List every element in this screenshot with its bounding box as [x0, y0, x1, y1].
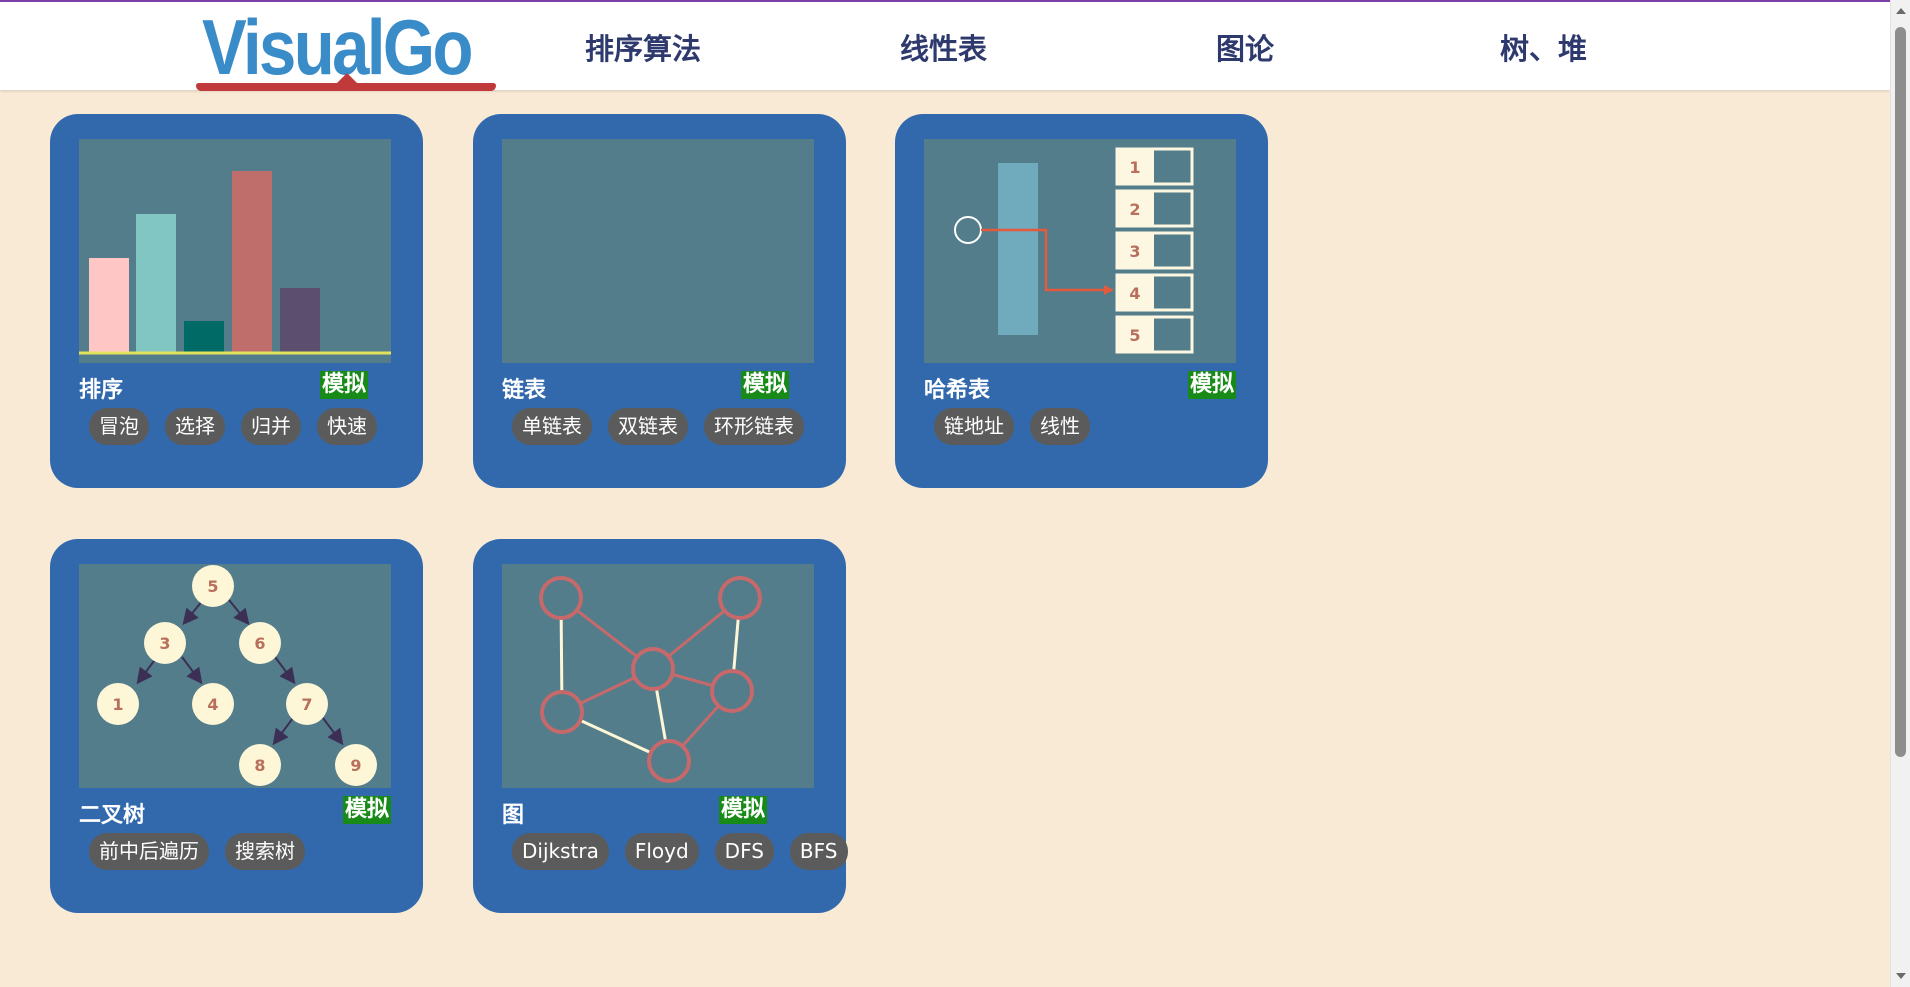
simulate-badge[interactable]: 模拟	[741, 371, 790, 399]
tag-list: 冒泡 选择 归并 快速	[89, 408, 377, 445]
tag-list: 单链表 双链表 环形链表	[512, 408, 804, 445]
top-navigation-bar: VisualGo 排序算法 线性表 图论 树、堆	[0, 0, 1890, 91]
tag-singly-linked[interactable]: 单链表	[512, 408, 592, 445]
scroll-down-arrow-icon[interactable]	[1896, 973, 1906, 979]
tag-bfs[interactable]: BFS	[789, 833, 848, 870]
hash-table-thumbnail[interactable]: 1 2 3 4 5	[924, 139, 1236, 363]
sorting-thumbnail[interactable]	[79, 139, 391, 363]
graph-node	[540, 690, 584, 734]
card-title[interactable]: 图	[502, 797, 524, 829]
bar-dark-teal	[184, 321, 224, 353]
svg-text:6: 6	[254, 634, 265, 653]
nav-linear-list[interactable]: 线性表	[900, 26, 987, 68]
tag-selection[interactable]: 选择	[165, 408, 225, 445]
simulate-badge[interactable]: 模拟	[719, 796, 768, 824]
linked-list-thumbnail[interactable]	[502, 139, 814, 363]
simulate-badge[interactable]: 模拟	[320, 371, 369, 399]
graph-node	[631, 647, 675, 691]
bar-red	[232, 171, 272, 353]
card-graph[interactable]: 图 模拟 Dijkstra Floyd DFS BFS	[473, 539, 848, 913]
card-hash-table[interactable]: 1 2 3 4 5 哈希表 模拟 链地址 线性	[895, 114, 1268, 488]
tree-node-9: 9	[335, 744, 377, 786]
tag-merge[interactable]: 归并	[241, 408, 301, 445]
slot-1: 1	[1115, 147, 1194, 186]
card-linked-list[interactable]: 链表 模拟 单链表 双链表 环形链表	[473, 114, 846, 488]
bar-purple	[280, 288, 320, 353]
slot-label: 3	[1129, 242, 1140, 261]
simulate-badge[interactable]: 模拟	[343, 796, 392, 824]
slot-4: 4	[1115, 273, 1194, 312]
tree-node-6: 6	[239, 622, 281, 664]
tag-dfs[interactable]: DFS	[714, 833, 774, 870]
graph-node	[539, 576, 583, 620]
visualgo-logo[interactable]: VisualGo	[196, 3, 496, 91]
tag-traversal[interactable]: 前中后遍历	[89, 833, 209, 870]
graph-node	[710, 669, 754, 713]
svg-text:9: 9	[350, 756, 361, 775]
hash-column	[998, 163, 1038, 335]
graph-node	[647, 739, 691, 783]
scrollbar-thumb[interactable]	[1895, 27, 1906, 757]
tag-dijkstra[interactable]: Dijkstra	[512, 833, 609, 870]
slot-label: 5	[1129, 326, 1140, 345]
bar-pink	[89, 258, 129, 353]
nav-tree-heap[interactable]: 树、堆	[1500, 26, 1587, 68]
slot-label: 2	[1129, 200, 1140, 219]
tag-list: 前中后遍历 搜索树	[89, 833, 305, 870]
card-binary-tree[interactable]: 5 3 6 1 4 7 8 9 二叉树 模拟 前中后遍历 搜索树	[50, 539, 423, 913]
svg-text:7: 7	[301, 695, 312, 714]
slot-label: 4	[1129, 284, 1140, 303]
simulate-badge[interactable]: 模拟	[1188, 371, 1237, 399]
scroll-up-arrow-icon[interactable]	[1896, 8, 1906, 14]
graph-thumbnail[interactable]	[502, 564, 814, 788]
svg-text:5: 5	[207, 577, 218, 596]
tree-node-8: 8	[239, 744, 281, 786]
tree-node-1: 1	[97, 683, 139, 725]
logo-underline	[196, 83, 496, 91]
tag-search-tree[interactable]: 搜索树	[225, 833, 305, 870]
slot-3: 3	[1115, 231, 1194, 270]
slot-2: 2	[1115, 189, 1194, 228]
card-title[interactable]: 链表	[502, 372, 546, 404]
graph-illustration	[539, 576, 762, 783]
tree-node-7: 7	[286, 683, 328, 725]
svg-text:8: 8	[254, 756, 265, 775]
tag-floyd[interactable]: Floyd	[624, 833, 699, 870]
graph-node	[718, 576, 762, 620]
nav-sorting[interactable]: 排序算法	[585, 26, 701, 68]
svg-text:1: 1	[112, 695, 123, 714]
tree-node-5: 5	[192, 565, 234, 607]
bar-chart-illustration	[79, 171, 391, 355]
tag-circular-linked[interactable]: 环形链表	[704, 408, 804, 445]
hash-arrow-head	[1104, 285, 1114, 295]
logo-notch	[337, 73, 357, 83]
key-circle	[954, 216, 982, 244]
svg-text:3: 3	[159, 634, 170, 653]
tag-chaining[interactable]: 链地址	[934, 408, 1014, 445]
hash-table-illustration: 1 2 3 4 5	[954, 147, 1194, 354]
tree-node-4: 4	[192, 683, 234, 725]
vertical-scrollbar[interactable]	[1890, 0, 1910, 987]
tag-linear-probing[interactable]: 线性	[1030, 408, 1090, 445]
svg-text:4: 4	[207, 695, 218, 714]
card-sorting[interactable]: 排序 模拟 冒泡 选择 归并 快速	[50, 114, 423, 488]
bar-teal	[136, 214, 176, 353]
slot-5: 5	[1115, 315, 1194, 354]
tag-bubble[interactable]: 冒泡	[89, 408, 149, 445]
card-title[interactable]: 排序	[79, 372, 123, 404]
card-title[interactable]: 二叉树	[79, 797, 145, 829]
slot-label: 1	[1129, 158, 1140, 177]
tag-doubly-linked[interactable]: 双链表	[608, 408, 688, 445]
tree-node-3: 3	[144, 622, 186, 664]
graph-nodes	[539, 576, 762, 783]
nav-graph[interactable]: 图论	[1216, 26, 1274, 68]
tag-quick[interactable]: 快速	[317, 408, 377, 445]
binary-tree-thumbnail[interactable]: 5 3 6 1 4 7 8 9	[79, 564, 391, 788]
tag-list: Dijkstra Floyd DFS BFS	[512, 833, 848, 870]
card-title[interactable]: 哈希表	[924, 372, 990, 404]
binary-tree-illustration: 5 3 6 1 4 7 8 9	[97, 565, 377, 786]
tag-list: 链地址 线性	[934, 408, 1090, 445]
